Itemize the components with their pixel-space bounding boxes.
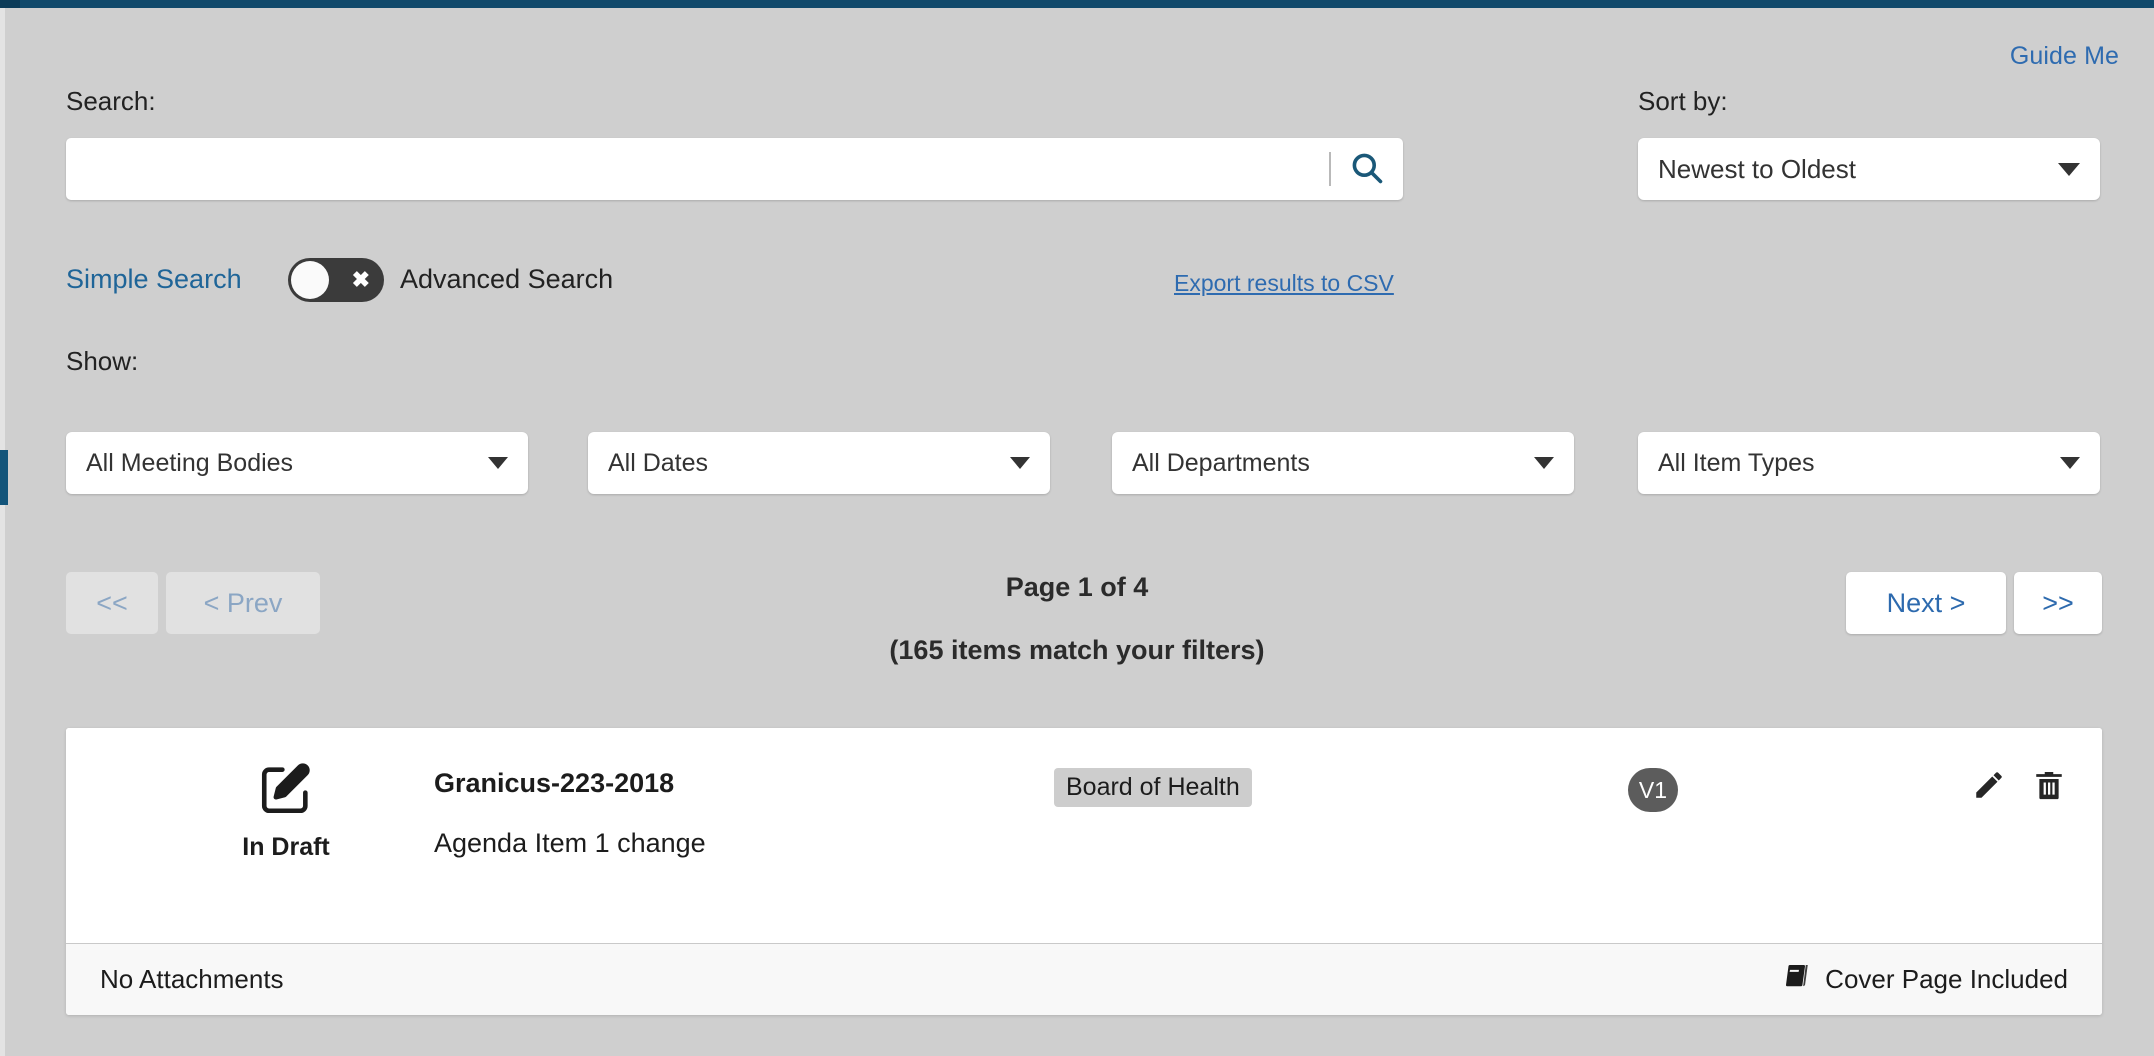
show-label: Show: — [66, 346, 139, 376]
simple-search-link[interactable]: Simple Search — [66, 264, 242, 295]
result-card: In Draft Granicus-223-2018 Agenda Item 1… — [66, 728, 2102, 1015]
filter-item-types-value: All Item Types — [1658, 448, 1815, 477]
filter-meeting-bodies[interactable]: All Meeting Bodies — [66, 432, 528, 494]
trash-icon — [2032, 768, 2066, 805]
cover-page-indicator: Cover Page Included — [1783, 961, 2068, 998]
pencil-icon — [1972, 768, 2006, 805]
export-results-to-csv-link[interactable]: Export results to CSV — [1174, 270, 1394, 297]
toggle-knob — [291, 261, 329, 299]
delete-item-button[interactable] — [2032, 768, 2066, 805]
filter-departments[interactable]: All Departments — [1112, 432, 1574, 494]
pagination-prev-button[interactable]: < Prev — [166, 572, 320, 634]
status-cell: In Draft — [196, 760, 376, 862]
draft-pencil-square-icon — [257, 763, 315, 822]
item-title[interactable]: Agenda Item 1 change — [434, 828, 706, 859]
chevron-down-icon — [488, 457, 508, 469]
search-label: Search: — [66, 86, 156, 116]
result-card-body: In Draft Granicus-223-2018 Agenda Item 1… — [66, 728, 2102, 943]
sort-by-value: Newest to Oldest — [1658, 153, 1856, 184]
search-button[interactable] — [1331, 138, 1403, 200]
result-count: (165 items match your filters) — [889, 635, 1265, 665]
filter-dates-value: All Dates — [608, 448, 709, 477]
search-icon — [1349, 150, 1385, 189]
chevron-down-icon — [1010, 457, 1030, 469]
search-mode-toggle[interactable]: ✖ — [288, 258, 384, 302]
chevron-down-icon — [1534, 457, 1554, 469]
search-input[interactable] — [66, 138, 1329, 200]
pagination-first-button[interactable]: << — [66, 572, 158, 634]
filter-departments-value: All Departments — [1132, 448, 1310, 477]
item-number[interactable]: Granicus-223-2018 — [434, 768, 674, 799]
top-bar-left-notch — [0, 0, 20, 8]
search-box — [66, 138, 1403, 200]
filter-meeting-bodies-value: All Meeting Bodies — [86, 448, 294, 477]
left-edge-accent-tab[interactable] — [0, 450, 8, 505]
sort-by-select[interactable]: Newest to Oldest — [1638, 138, 2100, 200]
top-navigation-bar — [0, 0, 2154, 8]
pagination-last-button[interactable]: >> — [2014, 572, 2102, 634]
guide-me-link[interactable]: Guide Me — [2010, 42, 2119, 71]
left-edge-strip — [0, 8, 5, 1056]
attachments-label: No Attachments — [100, 964, 284, 994]
page-indicator: Page 1 of 4 — [1005, 572, 1149, 602]
result-card-actions — [1972, 768, 2066, 805]
meeting-body-badge: Board of Health — [1054, 768, 1252, 807]
close-icon: ✖ — [351, 267, 370, 292]
edit-item-button[interactable] — [1972, 768, 2006, 805]
filter-item-types[interactable]: All Item Types — [1638, 432, 2100, 494]
pagination-next-button[interactable]: Next > — [1846, 572, 2006, 634]
chevron-down-icon — [2060, 457, 2080, 469]
sort-by-label: Sort by: — [1638, 86, 1728, 116]
filter-dates[interactable]: All Dates — [588, 432, 1050, 494]
cover-page-label: Cover Page Included — [1825, 964, 2068, 994]
chevron-down-icon — [2058, 162, 2080, 176]
agenda-item-search-page: Guide Me Search: Sort by: Show: Newest t… — [0, 0, 2154, 1056]
version-badge: V1 — [1628, 768, 1678, 812]
book-icon — [1783, 961, 1813, 998]
result-card-footer: No Attachments Cover Page Included — [66, 943, 2102, 1015]
status-label: In Draft — [242, 833, 330, 861]
advanced-search-label[interactable]: Advanced Search — [400, 264, 613, 295]
